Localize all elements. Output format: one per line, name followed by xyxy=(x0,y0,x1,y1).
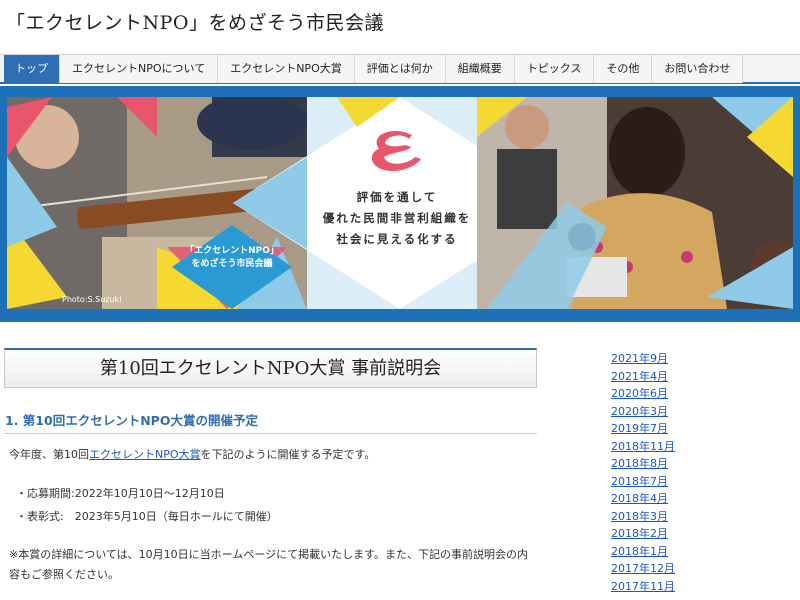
archive-link-2017-11[interactable]: 2017年11月 xyxy=(611,578,731,596)
nav-item-other[interactable]: その他 xyxy=(594,55,653,83)
archive-link-2018-03[interactable]: 2018年3月 xyxy=(611,508,731,526)
archive-link-2017-12[interactable]: 2017年12月 xyxy=(611,560,731,578)
archive-link-2018-02[interactable]: 2018年2月 xyxy=(611,525,731,543)
nav-item-organization[interactable]: 組織概要 xyxy=(445,55,515,83)
site-title: 「エクセレントNPO」をめざそう市民会議 xyxy=(6,12,384,34)
award-link[interactable]: エクセレントNPO大賞 xyxy=(89,448,201,461)
intro-text-before: 今年度、第10回 xyxy=(9,448,89,461)
note-paragraph: ※本賞の詳細については、10月10日に当ホームページにて掲載いたします。また、下… xyxy=(9,548,529,581)
hero-banner: 評価を通して 優れた民間非営利組織を 社会に見える化する 「エクセレントNPO」… xyxy=(7,97,793,309)
archive-link-2018-11[interactable]: 2018年11月 xyxy=(611,438,731,456)
archive-link-2021-09[interactable]: 2021年9月 xyxy=(611,350,731,368)
nav-item-top[interactable]: トップ xyxy=(4,55,60,83)
nav-item-about[interactable]: エクセレントNPOについて xyxy=(60,55,219,83)
archive-link-2020-06[interactable]: 2020年6月 xyxy=(611,385,731,403)
hero-tagline-3: 社会に見える化する xyxy=(336,232,458,246)
hero-tagline-2: 優れた民間非営利組織を xyxy=(322,211,472,225)
global-nav: トップ エクセレントNPOについて エクセレントNPO大賞 評価とは何か 組織概… xyxy=(0,54,800,84)
main-content: 第10回エクセレントNPO大賞 事前説明会 1. 第10回エクセレントNPO大賞… xyxy=(4,348,537,585)
photo-credit: Photo:S.Suzuki xyxy=(62,295,122,304)
hero-badge-line-2: をめざそう市民会議 xyxy=(191,259,273,269)
hero-badge-line-1: 「エクセレントNPO」 xyxy=(185,246,279,256)
application-period: ・応募期間:2022年10月10日～12月10日 xyxy=(16,487,225,500)
nav-item-evaluation[interactable]: 評価とは何か xyxy=(354,55,446,83)
section-title: 1. 第10回エクセレントNPO大賞の開催予定 xyxy=(4,410,537,434)
archive-link-2020-03[interactable]: 2020年3月 xyxy=(611,403,731,421)
hero-tagline-1: 評価を通して xyxy=(356,190,438,204)
nav-item-award[interactable]: エクセレントNPO大賞 xyxy=(218,55,355,83)
archive-link-2021-04[interactable]: 2021年4月 xyxy=(611,368,731,386)
intro-paragraph: 今年度、第10回エクセレントNPO大賞を下記のように開催する予定です。 xyxy=(9,446,537,462)
nav-item-contact[interactable]: お問い合わせ xyxy=(652,55,744,83)
ceremony-date: ・表彰式: 2023年5月10日（毎日ホールにて開催） xyxy=(16,510,278,523)
archive-link-2018-04[interactable]: 2018年4月 xyxy=(611,490,731,508)
page-title: 第10回エクセレントNPO大賞 事前説明会 xyxy=(4,348,537,388)
archive-link-2018-08[interactable]: 2018年8月 xyxy=(611,455,731,473)
nav-item-topics[interactable]: トピックス xyxy=(514,55,595,83)
hero-badge: 「エクセレントNPO」 をめざそう市民会議 xyxy=(175,245,289,271)
archive-link-2019-07[interactable]: 2019年7月 xyxy=(611,420,731,438)
archive-link-2018-07[interactable]: 2018年7月 xyxy=(611,473,731,491)
archive-sidebar: 2021年9月 2021年4月 2020年6月 2020年3月 2019年7月 … xyxy=(611,350,731,595)
intro-text-after: を下記のように開催する予定です。 xyxy=(200,448,376,461)
archive-link-2018-01[interactable]: 2018年1月 xyxy=(611,543,731,561)
